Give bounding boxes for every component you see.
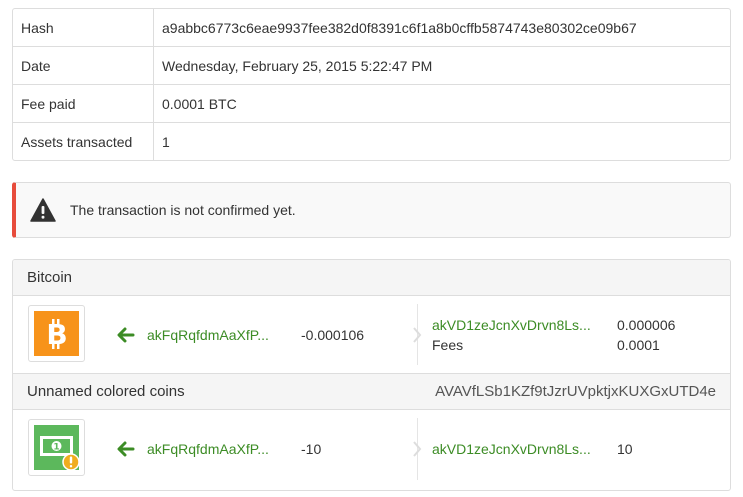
output-address-link[interactable]: akVD1zeJcnXvDrvn8Ls... bbox=[432, 439, 591, 459]
asset-row-colored-coins: 1 akFqRqfdmAaXfP... -10 akVD1zeJcnXvDrvn… bbox=[13, 410, 730, 488]
input-amount: -10 bbox=[301, 441, 322, 457]
colored-coin-logo: 1 bbox=[28, 419, 85, 476]
assets-panel: Bitcoin B akFqRqfdmAaXfP... -0.000106 ak… bbox=[12, 259, 731, 491]
input-column: akFqRqfdmAaXfP... bbox=[117, 410, 269, 488]
output-column: akVD1zeJcnXvDrvn8Ls... bbox=[432, 410, 591, 488]
input-address-link[interactable]: akFqRqfdmAaXfP... bbox=[147, 327, 269, 343]
info-row-fee: Fee paid 0.0001 BTC bbox=[13, 84, 730, 122]
output-column: akVD1zeJcnXvDrvn8Ls... Fees bbox=[432, 296, 591, 373]
input-amount: -0.000106 bbox=[301, 326, 365, 343]
asset-row-bitcoin: B akFqRqfdmAaXfP... -0.000106 akVD1zeJcn… bbox=[13, 296, 730, 374]
fee-paid-value: 0.0001 BTC bbox=[162, 95, 237, 112]
bitcoin-logo: B bbox=[28, 305, 85, 362]
input-address-link[interactable]: akFqRqfdmAaXfP... bbox=[147, 441, 269, 457]
assets-transacted-value: 1 bbox=[162, 133, 170, 150]
output-address-link[interactable]: akVD1zeJcnXvDrvn8Ls... bbox=[432, 315, 591, 335]
info-row-assets: Assets transacted 1 bbox=[13, 122, 730, 160]
info-row-hash: Hash a9abbc6773c6eae9937fee382d0f8391c6f… bbox=[13, 9, 730, 46]
bitcoin-icon: B bbox=[34, 311, 79, 356]
arrow-left-icon bbox=[117, 326, 135, 344]
transaction-date: Wednesday, February 25, 2015 5:22:47 PM bbox=[162, 57, 433, 74]
info-key: Hash bbox=[13, 9, 154, 46]
info-row-date: Date Wednesday, February 25, 2015 5:22:4… bbox=[13, 46, 730, 84]
chevron-right-icon bbox=[413, 441, 422, 457]
asset-id: AVAVfLSb1KZf9tJzrUVpktjxKUXGxUTD4e bbox=[435, 383, 716, 400]
warning-icon bbox=[30, 198, 56, 222]
output-amount: 10 bbox=[617, 441, 633, 457]
fees-label: Fees bbox=[432, 336, 464, 353]
input-column: akFqRqfdmAaXfP... bbox=[117, 296, 269, 373]
chevron-right-icon bbox=[413, 326, 422, 343]
asset-name: Unnamed colored coins bbox=[27, 383, 185, 400]
transaction-hash: a9abbc6773c6eae9937fee382d0f8391c6f1a8b0… bbox=[162, 19, 637, 36]
arrow-left-icon bbox=[117, 440, 135, 458]
asset-header-bitcoin: Bitcoin bbox=[13, 260, 730, 296]
transaction-info-table: Hash a9abbc6773c6eae9937fee382d0f8391c6f… bbox=[12, 8, 731, 161]
info-key: Date bbox=[13, 47, 154, 84]
asset-header-colored-coins: Unnamed colored coins AVAVfLSb1KZf9tJzrU… bbox=[13, 374, 730, 410]
svg-text:1: 1 bbox=[53, 443, 59, 453]
info-key: Fee paid bbox=[13, 85, 154, 122]
output-amounts: 0.000006 0.0001 bbox=[617, 296, 675, 373]
asset-name: Bitcoin bbox=[27, 269, 73, 286]
output-amount: 0.000006 bbox=[617, 316, 676, 333]
output-amounts: 10 bbox=[617, 410, 633, 488]
banknote-warning-icon: 1 bbox=[34, 425, 79, 470]
alert-message: The transaction is not confirmed yet. bbox=[70, 202, 296, 218]
info-key: Assets transacted bbox=[13, 123, 154, 160]
unconfirmed-alert: The transaction is not confirmed yet. bbox=[12, 182, 731, 238]
fees-amount: 0.0001 bbox=[617, 336, 660, 353]
